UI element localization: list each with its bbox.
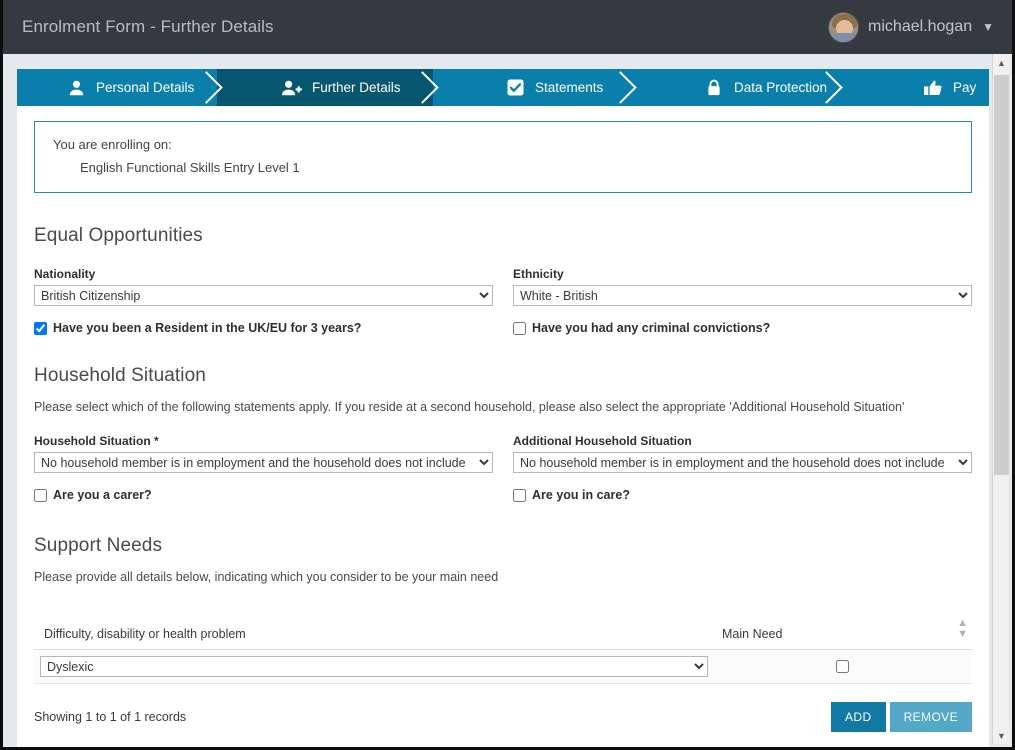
- nationality-select[interactable]: British Citizenship: [34, 285, 493, 306]
- column-header-difficulty[interactable]: Difficulty, disability or health problem: [38, 627, 722, 641]
- app-window: Enrolment Form - Further Details michael…: [0, 0, 1015, 750]
- sort-arrows-icon[interactable]: ▲▼: [948, 618, 968, 641]
- step-personal-details[interactable]: Personal Details: [17, 69, 217, 106]
- table-header-row: Difficulty, disability or health problem…: [34, 618, 972, 650]
- person-add-icon: [281, 78, 303, 98]
- main-need-checkbox[interactable]: [836, 660, 849, 673]
- section-heading-household-situation: Household Situation: [34, 365, 972, 387]
- wizard-steps: Personal Details Further Details Stateme…: [17, 69, 989, 106]
- convictions-checkbox[interactable]: [513, 322, 526, 335]
- thumbs-up-icon: [922, 78, 944, 98]
- resident-checkbox-label: Have you been a Resident in the UK/EU fo…: [53, 321, 361, 335]
- chevron-up-icon[interactable]: ▲: [993, 54, 1010, 71]
- support-needs-table: Difficulty, disability or health problem…: [34, 618, 972, 732]
- household-situation-select[interactable]: No household member is in employment and…: [34, 452, 493, 473]
- scrollbar-thumb[interactable]: [994, 75, 1009, 475]
- convictions-checkbox-label: Have you had any criminal convictions?: [532, 321, 770, 335]
- household-situation-fields: Household Situation * No household membe…: [34, 434, 972, 502]
- convictions-checkbox-row[interactable]: Have you had any criminal convictions?: [513, 321, 972, 335]
- remove-button[interactable]: REMOVE: [890, 702, 972, 732]
- table-row: Dyslexic: [34, 650, 972, 684]
- step-statements[interactable]: Statements: [433, 69, 631, 106]
- user-menu[interactable]: michael.hogan ▼: [828, 12, 1012, 43]
- equal-opportunities-fields: Nationality British Citizenship Have you…: [34, 267, 972, 335]
- resident-checkbox-row[interactable]: Have you been a Resident in the UK/EU fo…: [34, 321, 493, 335]
- step-label: Personal Details: [96, 80, 194, 95]
- step-label: Statements: [535, 80, 603, 95]
- step-pay[interactable]: Pay: [837, 69, 989, 106]
- user-name-label: michael.hogan: [868, 18, 972, 36]
- ethnicity-select[interactable]: White - British: [513, 285, 972, 306]
- nationality-label: Nationality: [34, 267, 493, 281]
- difficulty-cell: Dyslexic: [38, 656, 722, 677]
- records-count-label: Showing 1 to 1 of 1 records: [34, 710, 186, 724]
- resident-checkbox[interactable]: [34, 322, 47, 335]
- table-actions: ADD REMOVE: [831, 702, 972, 732]
- page-title: Enrolment Form - Further Details: [3, 17, 274, 37]
- carer-checkbox[interactable]: [34, 489, 47, 502]
- step-further-details[interactable]: Further Details: [217, 69, 433, 106]
- step-data-protection[interactable]: Data Protection: [631, 69, 837, 106]
- chevron-down-icon[interactable]: ▼: [982, 21, 994, 33]
- lock-icon: [703, 78, 725, 98]
- in-care-checkbox-label: Are you in care?: [532, 488, 630, 502]
- form-panel: You are enrolling on: English Functional…: [17, 106, 989, 747]
- section-heading-support-needs: Support Needs: [34, 535, 972, 557]
- ethnicity-label: Ethnicity: [513, 267, 972, 281]
- title-bar: Enrolment Form - Further Details michael…: [3, 0, 1012, 54]
- in-care-checkbox-row[interactable]: Are you in care?: [513, 488, 972, 502]
- notice-heading: You are enrolling on:: [53, 137, 953, 152]
- main-need-cell: [722, 660, 968, 673]
- checkbox-checked-icon: [504, 78, 526, 98]
- household-situation-help: Please select which of the following sta…: [34, 400, 972, 414]
- additional-household-situation-select[interactable]: No household member is in employment and…: [513, 452, 972, 473]
- carer-checkbox-row[interactable]: Are you a carer?: [34, 488, 493, 502]
- avatar: [828, 12, 859, 43]
- in-care-checkbox[interactable]: [513, 489, 526, 502]
- chevron-down-icon[interactable]: ▼: [993, 727, 1010, 744]
- person-icon: [65, 78, 87, 98]
- difficulty-select[interactable]: Dyslexic: [40, 656, 708, 677]
- additional-household-situation-label: Additional Household Situation: [513, 434, 972, 448]
- vertical-scrollbar[interactable]: ▲ ▼: [992, 54, 1009, 744]
- carer-checkbox-label: Are you a carer?: [53, 488, 152, 502]
- table-footer: Showing 1 to 1 of 1 records ADD REMOVE: [34, 702, 972, 732]
- enrolment-notice: You are enrolling on: English Functional…: [34, 121, 972, 193]
- household-situation-label: Household Situation *: [34, 434, 493, 448]
- add-button[interactable]: ADD: [831, 702, 886, 732]
- step-label: Further Details: [312, 80, 401, 95]
- support-needs-help: Please provide all details below, indica…: [34, 570, 972, 584]
- notice-course-name: English Functional Skills Entry Level 1: [53, 160, 953, 175]
- section-heading-equal-opportunities: Equal Opportunities: [34, 225, 972, 247]
- column-header-main-need[interactable]: Main Need: [722, 627, 948, 641]
- step-label: Pay: [953, 80, 976, 95]
